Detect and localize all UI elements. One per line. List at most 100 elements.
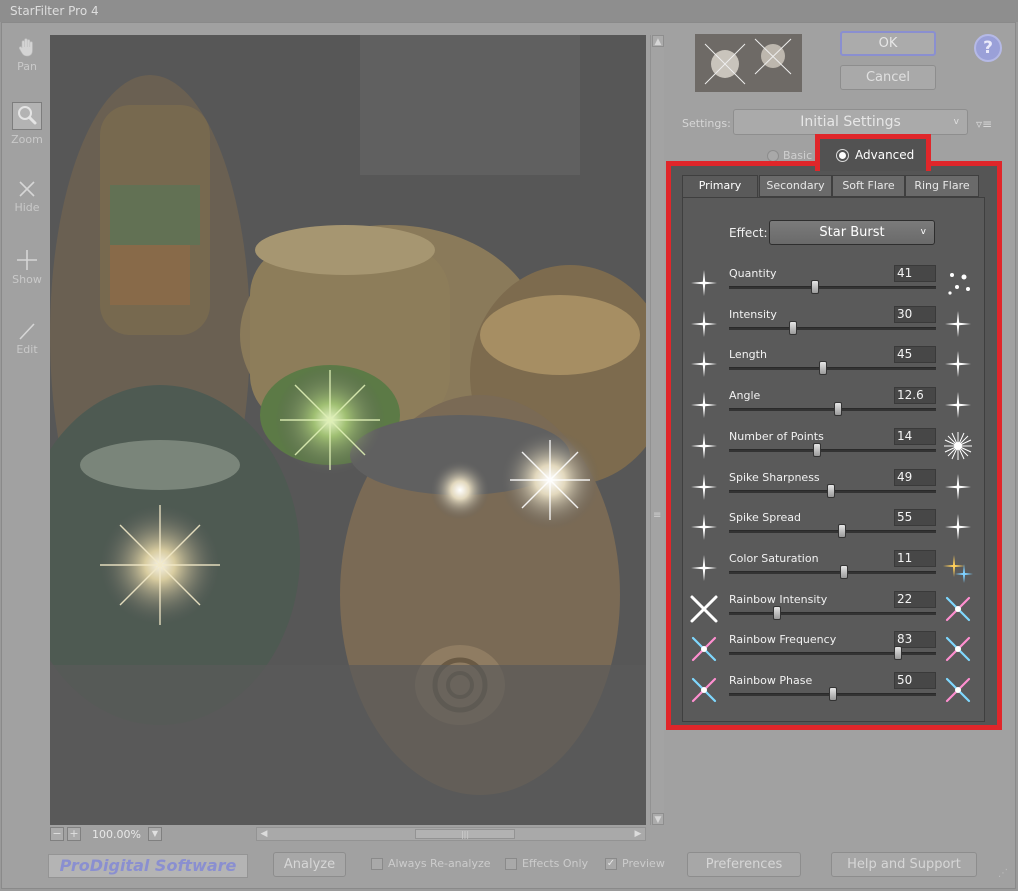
zoom-bar: − + 100.00% ▼ ◀ ||| ▶ — [50, 827, 646, 843]
slider-handle[interactable] — [829, 687, 837, 701]
scroll-up-icon[interactable]: ▲ — [652, 35, 664, 47]
slider-row: Length 45 — [688, 346, 978, 389]
effect-dropdown[interactable]: Star Burst v — [769, 220, 935, 245]
slider-handle[interactable] — [819, 361, 827, 376]
slider-handle[interactable] — [827, 483, 835, 498]
effect-max-icon — [942, 674, 974, 706]
help-icon[interactable]: ? — [974, 34, 1002, 62]
slider-label: Rainbow Intensity — [729, 592, 828, 606]
slider-label: Spike Sharpness — [729, 470, 820, 484]
slider-row: Intensity 30 — [688, 305, 978, 349]
slider-handle[interactable] — [813, 442, 821, 457]
edit-tool-label: Edit — [16, 343, 38, 356]
slider-value-input[interactable]: 41 — [894, 265, 936, 282]
effect-max-icon — [942, 552, 974, 584]
tab-ring-flare[interactable]: Ring Flare — [905, 175, 979, 197]
window-title: StarFilter Pro 4 — [0, 0, 1018, 22]
slider-handle[interactable] — [773, 605, 781, 620]
slider-value-input[interactable]: 45 — [894, 346, 936, 364]
scroll-thumb[interactable]: ||| — [415, 829, 515, 839]
zoom-value: 100.00% — [92, 828, 141, 841]
slider-handle[interactable] — [789, 320, 797, 335]
slider-track[interactable] — [729, 448, 936, 452]
slider-track[interactable] — [729, 367, 936, 371]
slider-track[interactable] — [729, 326, 936, 330]
effects-only-checkbox[interactable]: Effects Only — [505, 857, 588, 870]
slider-track[interactable] — [729, 570, 936, 574]
chevron-down-icon: v — [953, 117, 959, 127]
tab-secondary[interactable]: Secondary — [759, 175, 832, 197]
slider-label: Intensity — [729, 307, 777, 321]
effect-min-icon — [688, 308, 720, 340]
settings-label: Settings: — [682, 117, 731, 130]
always-reanalyze-box[interactable] — [371, 857, 383, 870]
slider-value-input[interactable]: 14 — [894, 427, 936, 445]
slider-value-input[interactable]: 11 — [894, 549, 936, 567]
preview-canvas[interactable] — [50, 35, 646, 825]
slider-value-input[interactable]: 50 — [894, 672, 936, 689]
slider-row: Quantity 41 — [688, 265, 978, 308]
scroll-right-icon[interactable]: ▶ — [632, 828, 644, 840]
tab-soft-flare[interactable]: Soft Flare — [832, 175, 905, 197]
slider-handle[interactable] — [811, 280, 819, 294]
scroll-down-icon[interactable]: ▼ — [652, 813, 664, 825]
slider-value-input[interactable]: 49 — [894, 468, 936, 486]
slider-track[interactable] — [729, 530, 936, 534]
scroll-grip-icon[interactable]: ≡ — [653, 510, 661, 521]
pan-tool[interactable]: Pan — [8, 36, 46, 73]
slider-handle[interactable] — [894, 646, 902, 661]
show-tool[interactable]: Show — [8, 249, 46, 286]
advanced-radio-circle[interactable] — [836, 148, 849, 162]
settings-menu-icon[interactable]: ▿≡ — [976, 117, 992, 131]
basic-radio-circle[interactable] — [767, 149, 779, 162]
slider-track[interactable] — [729, 408, 936, 412]
zoom-tool[interactable]: Zoom — [8, 102, 46, 146]
zoom-tool-label: Zoom — [11, 133, 43, 146]
slider-handle[interactable] — [834, 402, 842, 417]
effects-only-box[interactable] — [505, 857, 517, 870]
checkmark-icon[interactable]: ✓ — [605, 857, 617, 870]
effect-max-icon — [942, 471, 974, 503]
analyze-button[interactable]: Analyze — [273, 852, 346, 877]
cancel-button[interactable]: Cancel — [840, 65, 936, 90]
tab-primary[interactable]: Primary — [682, 175, 758, 198]
slider-track[interactable] — [729, 652, 936, 656]
slider-row: Spike Spread 55 — [688, 509, 978, 552]
slider-row: Rainbow Intensity 22 — [688, 590, 978, 634]
slider-track[interactable] — [729, 611, 936, 615]
slider-handle[interactable] — [838, 524, 846, 539]
vertical-scrollbar[interactable]: ▲ ≡ ▼ — [650, 35, 664, 825]
effect-label: Effect: — [729, 226, 768, 240]
slider-value-input[interactable]: 30 — [894, 305, 936, 323]
slider-value-input[interactable]: 12.6 — [894, 387, 936, 405]
ok-button[interactable]: OK — [840, 31, 936, 56]
preferences-button[interactable]: Preferences — [687, 852, 801, 877]
edit-tool[interactable]: Edit — [8, 321, 46, 356]
resize-grip-icon[interactable]: ⋰ — [998, 868, 1008, 879]
slider-value-input[interactable]: 55 — [894, 509, 936, 527]
preview-checkbox[interactable]: ✓ Preview — [605, 857, 665, 870]
slider-handle[interactable] — [840, 564, 848, 579]
help-and-support-button[interactable]: Help and Support — [831, 852, 977, 877]
always-reanalyze-checkbox[interactable]: Always Re-analyze — [371, 857, 491, 870]
slider-track[interactable] — [729, 286, 936, 289]
effect-value: Star Burst — [819, 225, 885, 240]
scroll-left-icon[interactable]: ◀ — [258, 828, 270, 840]
photo-preview — [50, 35, 646, 825]
horizontal-scrollbar[interactable]: ◀ ||| ▶ — [256, 827, 646, 841]
hand-icon — [19, 38, 33, 57]
slider-label: Spike Spread — [729, 511, 801, 525]
hide-tool-label: Hide — [14, 201, 40, 214]
advanced-label: Advanced — [855, 148, 915, 162]
slider-label: Rainbow Phase — [729, 674, 813, 687]
zoom-out-button[interactable]: − — [50, 827, 64, 841]
zoom-in-button[interactable]: + — [67, 827, 81, 841]
slider-label: Rainbow Frequency — [729, 633, 837, 647]
zoom-dropdown-icon[interactable]: ▼ — [148, 827, 162, 841]
settings-dropdown[interactable]: Initial Settings v — [733, 109, 968, 135]
advanced-radio[interactable]: Advanced — [820, 139, 926, 171]
preview-label: Preview — [622, 857, 665, 870]
slider-value-input[interactable]: 22 — [894, 590, 936, 608]
hide-tool[interactable]: Hide — [8, 179, 46, 214]
starburst-thumbnail-icon — [695, 34, 802, 92]
